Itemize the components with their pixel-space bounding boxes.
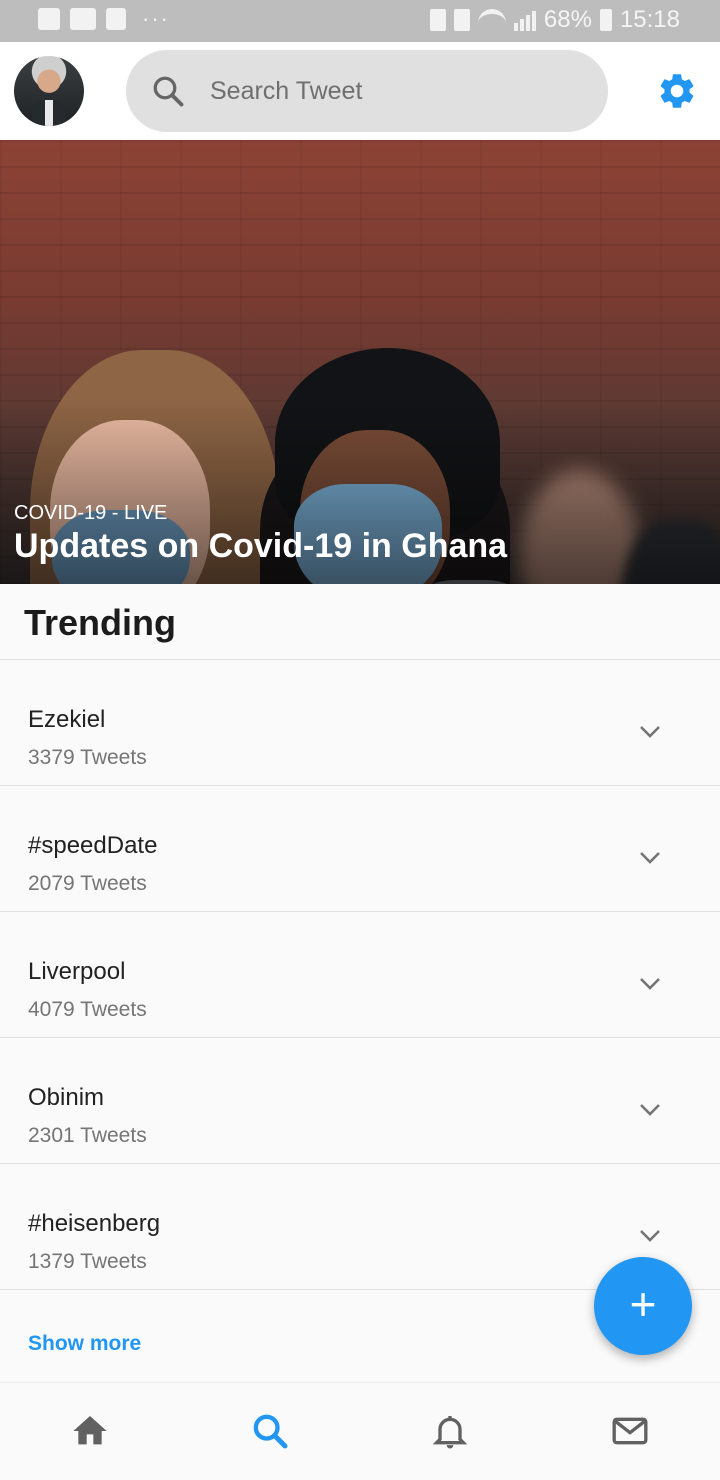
signal-icon	[513, 9, 536, 31]
chevron-down-icon[interactable]	[638, 850, 662, 866]
search-icon[interactable]	[250, 1411, 290, 1451]
trend-name: #heisenberg	[28, 1210, 161, 1237]
trending-title: Trending	[24, 602, 176, 643]
mail-icon[interactable]	[610, 1411, 650, 1451]
chevron-down-icon[interactable]	[638, 724, 662, 740]
battery-percent: 68%	[543, 6, 592, 33]
trend-item[interactable]: Liverpool 4079 Tweets	[0, 912, 720, 1038]
chevron-down-icon[interactable]	[638, 1102, 662, 1118]
trend-item[interactable]: Ezekiel 3379 Tweets	[0, 660, 720, 786]
trend-item[interactable]: Obinim 2301 Tweets	[0, 1038, 720, 1164]
mute-icon	[453, 9, 470, 31]
trend-count: 3379 Tweets	[28, 746, 147, 769]
clock: 15:18	[619, 6, 680, 33]
trend-name: Ezekiel	[28, 706, 106, 733]
trend-count: 2079 Tweets	[28, 872, 147, 895]
avatar-shirt	[45, 100, 53, 126]
gear-icon[interactable]	[656, 70, 698, 112]
trend-name: #speedDate	[28, 832, 158, 859]
system-icons: 68% 15:18	[429, 6, 680, 34]
compose-tweet-button[interactable]: +	[594, 1257, 692, 1355]
trend-name: Liverpool	[28, 958, 126, 985]
battery-icon	[599, 9, 612, 31]
gallery-icon	[38, 8, 60, 30]
trend-name: Obinim	[28, 1084, 105, 1111]
bell-icon[interactable]	[430, 1411, 470, 1451]
status-bar: ··· 68% 15:18	[0, 0, 720, 42]
more-notifications-icon: ···	[142, 6, 170, 31]
search-placeholder: Search Tweet	[210, 76, 363, 105]
chevron-down-icon[interactable]	[638, 1228, 662, 1244]
trend-item[interactable]: #speedDate 2079 Tweets	[0, 786, 720, 912]
bottom-nav	[0, 1382, 720, 1480]
avatar[interactable]	[14, 56, 84, 126]
notification-icons: ···	[38, 8, 170, 30]
hero-kicker: COVID-19 - LIVE	[14, 502, 168, 524]
show-more-link[interactable]: Show more	[28, 1332, 141, 1356]
trend-count: 1379 Tweets	[28, 1250, 147, 1273]
hero-banner[interactable]: COVID-19 - LIVE Updates on Covid-19 in G…	[0, 140, 720, 584]
email-icon	[70, 8, 96, 30]
search-icon	[153, 76, 184, 107]
facebook-icon	[106, 8, 126, 30]
wifi-icon	[477, 9, 506, 31]
battery-saver-icon	[429, 9, 446, 31]
home-icon[interactable]	[70, 1411, 110, 1451]
app-bar: Search Tweet	[0, 42, 720, 140]
search-bar[interactable]: Search Tweet	[126, 50, 608, 132]
chevron-down-icon[interactable]	[638, 976, 662, 992]
hero-headline: Updates on Covid-19 in Ghana	[14, 527, 508, 565]
trending-list: Ezekiel 3379 Tweets #speedDate 2079 Twee…	[0, 660, 720, 1290]
trend-count: 4079 Tweets	[28, 998, 147, 1021]
trend-count: 2301 Tweets	[28, 1124, 147, 1147]
